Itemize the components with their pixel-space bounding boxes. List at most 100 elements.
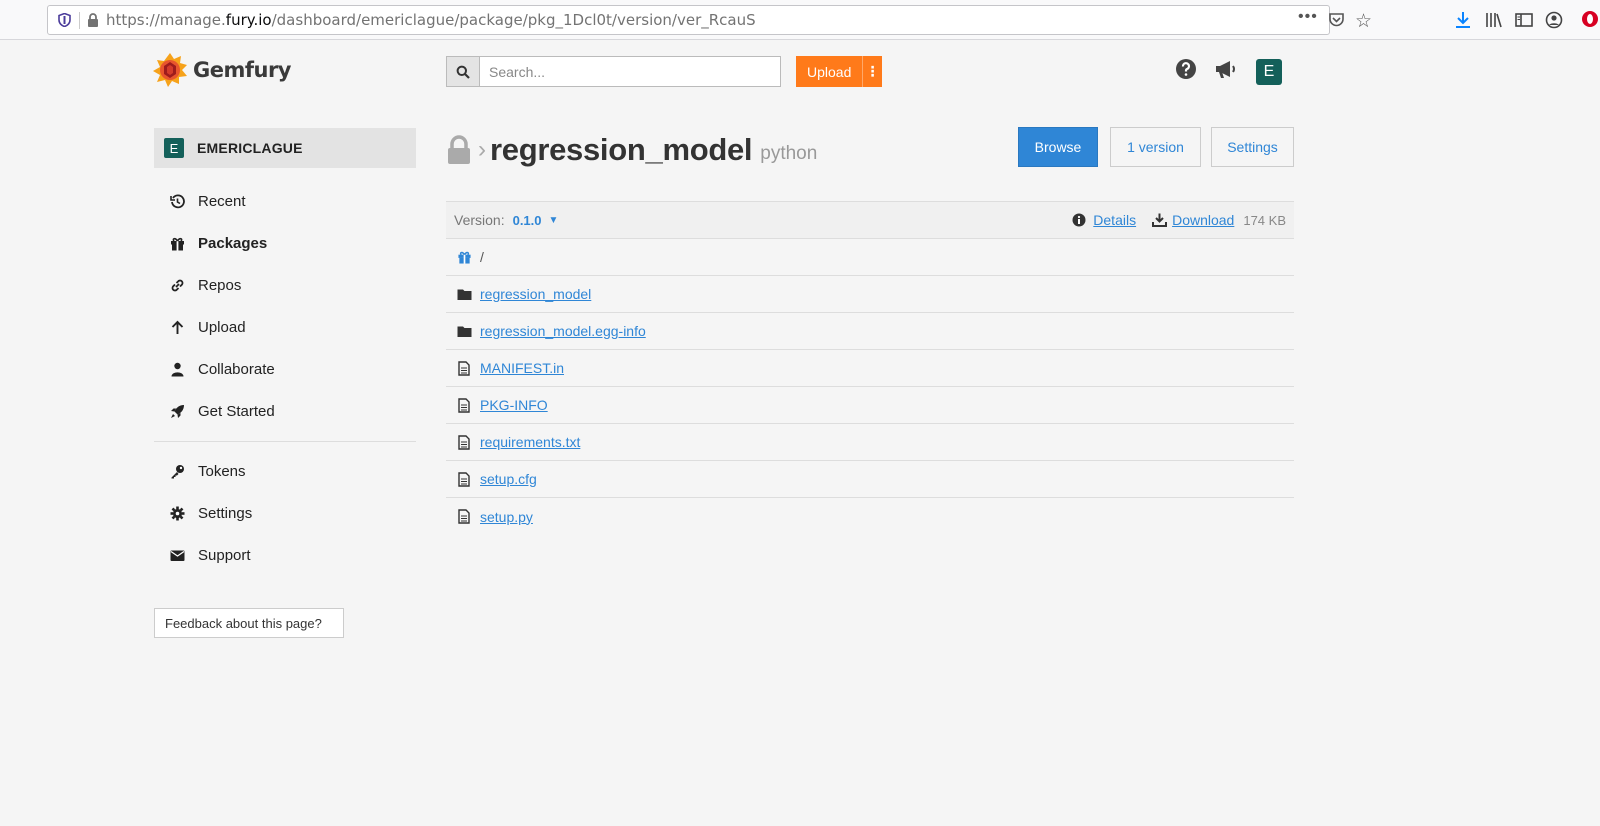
help-icon[interactable] <box>1175 58 1197 80</box>
file-size: 174 KB <box>1243 212 1286 228</box>
sidebar-divider <box>154 441 416 442</box>
sidebar-item-label: Get Started <box>198 402 275 420</box>
download-icon <box>1152 213 1168 227</box>
sidebar-item-label: Upload <box>198 318 246 336</box>
file-link[interactable]: setup.cfg <box>480 471 537 487</box>
file-icon <box>456 509 472 525</box>
url-suffix: /dashboard/emericlague/package/pkg_1Dcl0… <box>271 11 756 29</box>
sidebar-item-label: Repos <box>198 276 242 294</box>
gear-icon <box>169 505 186 522</box>
sidebar-item-support[interactable]: Support <box>154 534 416 576</box>
url-separator <box>79 12 80 29</box>
file-row: regression_model <box>446 276 1294 313</box>
sidebar-item-tokens[interactable]: Tokens <box>154 450 416 492</box>
sidebar-item-label: Support <box>198 546 251 564</box>
file-row: PKG-INFO <box>446 387 1294 424</box>
sidebar-item-recent[interactable]: Recent <box>154 180 416 222</box>
package-icon[interactable] <box>456 249 472 265</box>
file-link[interactable]: MANIFEST.in <box>480 360 564 376</box>
file-link[interactable]: setup.py <box>480 509 533 525</box>
path-row: / <box>446 239 1294 276</box>
file-row: setup.cfg <box>446 461 1294 498</box>
search-input[interactable] <box>480 57 780 86</box>
gemfury-logo[interactable]: Gemfury <box>151 50 292 90</box>
info-icon <box>1072 213 1086 227</box>
gemfury-logo-icon <box>153 53 187 87</box>
version-actions: Details Download 174 KB <box>1072 212 1294 228</box>
url-prefix: https://manage. <box>106 11 226 29</box>
pocket-icon[interactable] <box>1328 12 1345 29</box>
upload-button[interactable]: Upload ⋮ <box>796 56 882 87</box>
version-row: Version: 0.1.0 ▼ Details Download 174 KB <box>446 202 1294 239</box>
search-box <box>446 56 781 87</box>
sidebar-item-label: Packages <box>198 234 268 252</box>
sidebar-item-collaborate[interactable]: Collaborate <box>154 348 416 390</box>
feedback-button[interactable]: Feedback about this page? <box>154 608 344 638</box>
lock-icon <box>448 135 470 164</box>
library-icon[interactable] <box>1484 10 1504 30</box>
file-row: MANIFEST.in <box>446 350 1294 387</box>
caret-down-icon[interactable]: ▼ <box>549 215 559 226</box>
arrow-up-icon <box>169 319 186 336</box>
search-button[interactable] <box>447 57 480 86</box>
logo-text: Gemfury <box>193 58 292 82</box>
upload-more-icon[interactable]: ⋮ <box>862 56 882 87</box>
sidebar-item-label: Settings <box>198 504 253 522</box>
file-link[interactable]: regression_model <box>480 286 591 302</box>
key-icon <box>169 463 186 480</box>
download-link[interactable]: Download <box>1172 212 1234 228</box>
file-icon <box>456 471 472 487</box>
sidebar-item-packages[interactable]: Packages <box>154 222 416 264</box>
history-icon <box>169 193 186 210</box>
path-slash: / <box>480 249 484 265</box>
browser-toolbar: https://manage.fury.io/dashboard/emericl… <box>0 0 1600 40</box>
breadcrumb-chevron: › <box>478 136 486 163</box>
download-arrow-icon[interactable] <box>1453 10 1473 30</box>
announcement-icon[interactable] <box>1214 58 1238 80</box>
versions-button[interactable]: 1 version <box>1110 127 1201 167</box>
page-actions-icon[interactable]: ••• <box>1298 8 1318 26</box>
account-name: EMERICLAGUE <box>197 140 303 156</box>
file-icon <box>456 397 472 413</box>
sidebar-item-label: Collaborate <box>198 360 275 378</box>
folder-icon <box>456 286 472 302</box>
file-browser: Version: 0.1.0 ▼ Details Download 174 KB… <box>446 201 1294 535</box>
sidebar-item-label: Recent <box>198 192 246 210</box>
search-icon <box>456 65 470 79</box>
package-kind: python <box>760 143 818 164</box>
page-title: › regression_model python <box>446 128 817 172</box>
sidebar-nav-secondary: Tokens Settings Support <box>154 450 416 576</box>
account-header[interactable]: E EMERICLAGUE <box>154 128 416 168</box>
sidebar-item-upload[interactable]: Upload <box>154 306 416 348</box>
sidebar-icon[interactable] <box>1514 10 1534 30</box>
lock-icon[interactable] <box>86 12 100 28</box>
user-avatar[interactable]: E <box>1256 59 1282 85</box>
browse-button[interactable]: Browse <box>1018 127 1098 167</box>
rocket-icon <box>169 403 186 420</box>
account-icon[interactable] <box>1544 10 1564 30</box>
bookmark-star-icon[interactable]: ☆ <box>1355 10 1372 33</box>
link-icon <box>169 277 186 294</box>
settings-button[interactable]: Settings <box>1211 127 1294 167</box>
file-row: requirements.txt <box>446 424 1294 461</box>
sidebar-item-repos[interactable]: Repos <box>154 264 416 306</box>
envelope-icon <box>169 547 186 564</box>
details-link[interactable]: Details <box>1093 212 1136 228</box>
file-row: regression_model.egg-info <box>446 313 1294 350</box>
package-name: regression_model <box>490 132 753 167</box>
file-link[interactable]: PKG-INFO <box>480 397 548 413</box>
shield-icon[interactable] <box>58 13 71 27</box>
file-icon <box>456 360 472 376</box>
version-selector[interactable]: 0.1.0 <box>513 213 542 228</box>
file-link[interactable]: regression_model.egg-info <box>480 323 646 339</box>
url-text[interactable]: https://manage.fury.io/dashboard/emericl… <box>106 11 756 29</box>
sidebar-nav: Recent Packages Repos Upload Collaborate… <box>154 180 416 432</box>
url-domain: fury.io <box>225 11 272 29</box>
folder-icon <box>456 323 472 339</box>
extension-icon[interactable] <box>1580 8 1600 28</box>
sidebar-item-settings[interactable]: Settings <box>154 492 416 534</box>
url-bar[interactable]: https://manage.fury.io/dashboard/emericl… <box>47 5 1372 35</box>
file-link[interactable]: requirements.txt <box>480 434 580 450</box>
sidebar-item-label: Tokens <box>198 462 246 480</box>
sidebar-item-get-started[interactable]: Get Started <box>154 390 416 432</box>
